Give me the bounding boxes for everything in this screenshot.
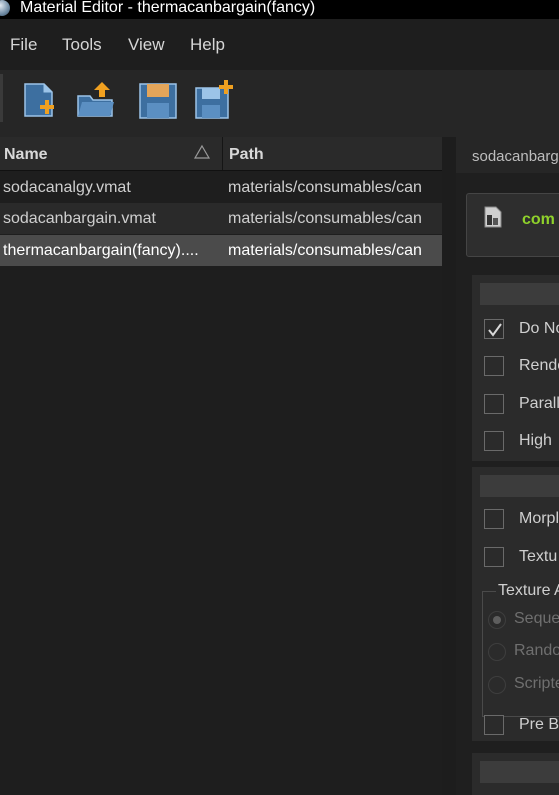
table-row-selected[interactable]: thermacanbargain(fancy).... materials/co… [0,235,442,266]
row-name: sodacanalgy.vmat [3,179,131,196]
toolbar-separator [0,74,3,122]
checkbox-label: Morpl [519,510,559,527]
checkbox[interactable] [484,356,504,376]
save-as-icon [195,80,233,119]
radio-label: Seque [514,610,559,627]
menu-bar: File Tools View Help [0,19,559,70]
row-path: materials/consumables/can [228,242,422,259]
fieldset-legend: Texture A [496,582,559,600]
checkbox-label: High [519,432,552,449]
row-name: sodacanbargain.vmat [3,210,156,227]
tab-material[interactable]: sodacanbarg [472,148,559,165]
checkmark-icon [488,323,502,337]
new-material-button[interactable] [20,78,60,120]
checkbox-label: Textu [519,548,558,565]
table-row[interactable]: sodacanbargain.vmat materials/consumable… [0,203,442,234]
radio-button [488,676,506,694]
save-as-button[interactable] [194,78,234,120]
column-header-name[interactable]: Name [4,146,48,164]
group-header [480,283,559,305]
shader-file-icon [484,206,502,228]
shader-label: com [522,211,555,228]
title-bar: Material Editor - thermacanbargain(fancy… [0,0,559,19]
save-button[interactable] [138,78,178,120]
open-material-button[interactable] [76,78,116,120]
radio-label: Rando [514,642,559,659]
settings-group [472,753,559,795]
checkbox[interactable] [484,509,504,529]
radio-label: Scripte [514,675,559,692]
properties-area: com Do No Rende Parall High [456,173,559,795]
menu-tools[interactable]: Tools [62,35,102,55]
row-path: materials/consumables/can [228,179,422,196]
column-divider[interactable] [222,137,223,170]
toolbar [0,70,559,130]
new-file-icon [24,83,54,117]
menu-view[interactable]: View [128,35,165,55]
checkbox[interactable] [484,547,504,567]
checkbox[interactable] [484,319,504,339]
material-properties-panel: sodacanbarg com Do No Rende Parall [456,137,559,795]
checkbox-label: Parall [519,395,559,412]
open-folder-icon [77,82,114,117]
save-icon [139,83,177,119]
menu-file[interactable]: File [10,35,37,55]
column-header-path[interactable]: Path [229,146,264,164]
group-header [480,475,559,497]
checkbox-label: Do No [519,320,559,337]
checkbox[interactable] [484,431,504,451]
checkbox[interactable] [484,394,504,414]
radio-button [488,643,506,661]
material-list: Name Path sodacanalgy.vmat materials/con… [0,137,442,795]
checkbox[interactable] [484,715,504,735]
window-title: Material Editor - thermacanbargain(fancy… [20,0,316,16]
row-path: materials/consumables/can [228,210,422,227]
list-header: Name Path [0,137,442,171]
row-name: thermacanbargain(fancy).... [3,242,199,259]
pane-splitter[interactable] [442,137,456,795]
app-icon [0,0,10,16]
sort-ascending-icon[interactable] [193,144,211,160]
menu-help[interactable]: Help [190,35,225,55]
radio-button [488,611,506,629]
checkbox-label: Pre B [519,716,559,733]
table-row[interactable]: sodacanalgy.vmat materials/consumables/c… [0,172,442,203]
checkbox-label: Rende [519,357,559,374]
group-header [480,761,559,783]
